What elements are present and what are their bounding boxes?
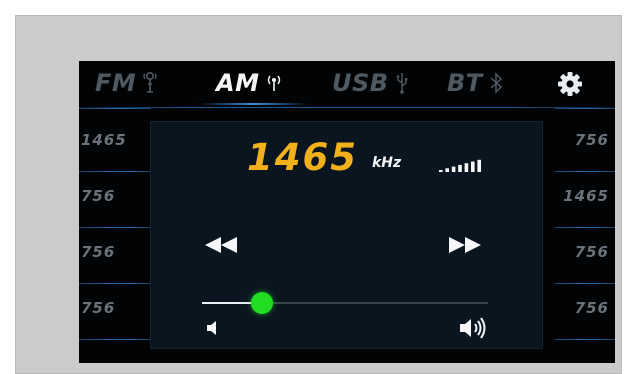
tab-divider — [79, 107, 615, 108]
tuner-panel: 1465 kHz — [150, 121, 543, 349]
radio-head-unit-screen: FM AM USB BT 1465 756 756 756 756 1465 7… — [79, 61, 615, 363]
preset-divider — [555, 339, 615, 340]
source-tab-bar: FM AM USB BT — [79, 61, 615, 105]
signal-bar — [464, 163, 469, 172]
signal-bar — [439, 170, 443, 172]
tab-bt[interactable]: BT — [447, 61, 503, 105]
preset-left-3[interactable]: 756 — [79, 224, 151, 280]
preset-right-4[interactable]: 756 — [555, 280, 615, 336]
preset-right-2[interactable]: 1465 — [555, 168, 615, 224]
preset-left-1[interactable]: 1465 — [79, 112, 151, 168]
volume-low-icon[interactable] — [205, 319, 221, 337]
preset-divider — [79, 108, 151, 109]
screenshot-frame: FM AM USB BT 1465 756 756 756 756 1465 7… — [15, 15, 622, 374]
signal-bar — [477, 159, 481, 172]
seek-back-button[interactable] — [201, 236, 241, 254]
volume-slider[interactable] — [202, 292, 488, 314]
tab-fm[interactable]: FM — [95, 61, 158, 105]
tab-bt-label: BT — [447, 69, 483, 97]
signal-bar — [445, 168, 449, 172]
rewind-icon — [205, 237, 237, 253]
preset-left-4[interactable]: 756 — [79, 280, 151, 336]
frequency-unit: kHz — [372, 155, 402, 171]
volume-high-icon[interactable] — [458, 316, 488, 340]
signal-bar — [451, 166, 456, 172]
frequency-display: 1465 — [247, 136, 358, 179]
volume-slider-thumb[interactable] — [251, 292, 274, 314]
signal-bar — [471, 161, 475, 172]
right-preset-list: 756 1465 756 756 — [555, 108, 615, 363]
radio-signal-icon — [265, 72, 283, 94]
preset-left-2[interactable]: 756 — [79, 168, 151, 224]
gear-icon[interactable] — [557, 71, 583, 97]
tab-am-label: AM — [216, 69, 260, 97]
preset-divider — [79, 339, 151, 340]
usb-icon — [395, 71, 409, 95]
tab-am[interactable]: AM — [216, 61, 283, 105]
signal-strength-icon — [439, 159, 481, 172]
fast-forward-icon — [449, 237, 481, 253]
tab-usb-label: USB — [332, 69, 389, 97]
tab-fm-label: FM — [95, 69, 137, 97]
tab-usb[interactable]: USB — [332, 61, 409, 105]
left-preset-list: 1465 756 756 756 — [79, 108, 151, 363]
preset-right-1[interactable]: 756 — [555, 112, 615, 168]
antenna-icon — [142, 71, 158, 95]
bluetooth-icon — [489, 71, 503, 95]
preset-right-3[interactable]: 756 — [555, 224, 615, 280]
signal-bar — [458, 164, 462, 172]
preset-divider — [555, 108, 615, 109]
seek-forward-button[interactable] — [445, 236, 485, 254]
active-tab-indicator — [199, 103, 309, 105]
